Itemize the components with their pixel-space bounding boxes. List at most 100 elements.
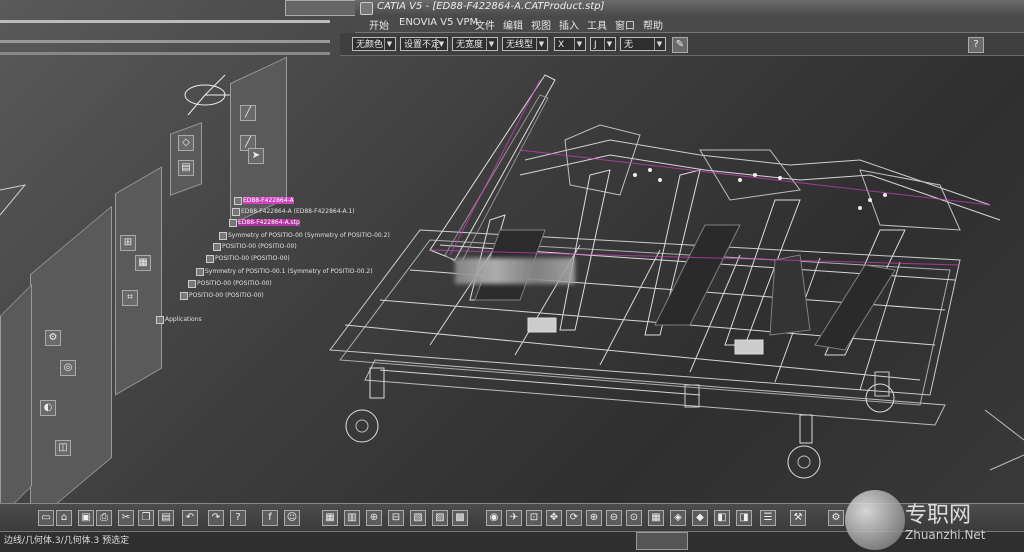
color-combo-value: 无颜色	[356, 40, 384, 50]
tree-item[interactable]: POSITIO-00 (POSITIO-00)	[222, 243, 297, 250]
color-icon[interactable]: ▨	[432, 510, 448, 526]
tree-item[interactable]: POSITIO-00 (POSITIO-00)	[215, 255, 290, 262]
camera-icon[interactable]: ◉	[486, 510, 502, 526]
table-icon[interactable]: ▦	[322, 510, 338, 526]
tree-node-icon[interactable]	[234, 197, 242, 205]
pan-icon[interactable]: ✥	[546, 510, 562, 526]
measure-icon[interactable]: ⊞	[120, 235, 136, 251]
help-pointer-icon[interactable]: ?	[968, 37, 984, 53]
painter-icon[interactable]: ✎	[672, 37, 688, 53]
tree-item[interactable]: Symmetry of POSITIO-00 (Symmetry of POSI…	[228, 232, 390, 239]
tree-node-icon[interactable]	[213, 243, 221, 251]
line-weight-combo[interactable]: 无宽度 ▼	[452, 37, 498, 51]
tree-item[interactable]: ED88-F422864-A	[243, 197, 294, 204]
tree-item[interactable]: ED88-F422864-A (ED88-F422864-A.1)	[241, 208, 355, 215]
tree-item[interactable]: Symmetry of POSITIO-00.1 (Symmetry of PO…	[205, 268, 373, 275]
transparency-combo[interactable]: 设置不定 ▼	[400, 37, 448, 51]
tree-node-icon[interactable]	[188, 280, 196, 288]
line-icon[interactable]: ╱	[240, 105, 256, 121]
background-window-strip	[0, 40, 330, 43]
print-icon[interactable]: ⎙	[96, 510, 112, 526]
tool-icon[interactable]: ⚒	[790, 510, 806, 526]
view-icon[interactable]: ◎	[60, 360, 76, 376]
tree-item[interactable]: POSITIO-00 (POSITIO-00)	[197, 280, 272, 287]
section-icon[interactable]: ◫	[55, 440, 71, 456]
menu-file[interactable]: 文件	[475, 17, 495, 32]
tree-node-icon[interactable]	[219, 232, 227, 240]
rendering-combo[interactable]: 无 ▼	[620, 37, 666, 51]
catalog-icon[interactable]: ▥	[344, 510, 360, 526]
redo-icon[interactable]: ↷	[208, 510, 224, 526]
tree-node-icon[interactable]	[229, 219, 237, 227]
grid-icon[interactable]: ▦	[135, 255, 151, 271]
window-title: CATIA V5 - [ED88-F422864-A.CATProduct.st…	[377, 1, 605, 12]
tree-item[interactable]: POSITIO-00 (POSITIO-00)	[189, 292, 264, 299]
zoom-out-icon[interactable]: ⊖	[606, 510, 622, 526]
assembly-icon[interactable]: ⚙	[45, 330, 61, 346]
normal-view-icon[interactable]: ⊙	[626, 510, 642, 526]
fit-all-icon[interactable]: ⊡	[526, 510, 542, 526]
workbench-toolbar-3	[115, 166, 162, 396]
hide-show-icon[interactable]: ◧	[714, 510, 730, 526]
tree-node-icon[interactable]	[196, 268, 204, 276]
paste-icon[interactable]: ▤	[158, 510, 174, 526]
point-symbol-combo-value: X	[558, 40, 565, 50]
save-icon[interactable]: ▣	[78, 510, 94, 526]
open-icon[interactable]: ⌂	[56, 510, 72, 526]
chevron-down-icon: ▼	[604, 38, 614, 50]
applications-icon[interactable]	[156, 316, 164, 324]
constraint-icon[interactable]: ⊕	[366, 510, 382, 526]
tree-node-icon[interactable]	[180, 292, 188, 300]
select-arrow-icon[interactable]: ➤	[248, 148, 264, 164]
whats-this-icon[interactable]: ?	[230, 510, 246, 526]
swap-visible-icon[interactable]: ◨	[736, 510, 752, 526]
analysis-icon[interactable]: ▧	[410, 510, 426, 526]
line-type-combo[interactable]: 无线型 ▼	[502, 37, 548, 51]
workbench-toolbar-1	[170, 122, 202, 196]
formula-icon[interactable]: f	[262, 510, 278, 526]
rotate-icon[interactable]: ⟳	[566, 510, 582, 526]
tree-node-icon[interactable]	[232, 208, 240, 216]
constraint-icon[interactable]: ⌗	[122, 290, 138, 306]
layer-icon[interactable]: ☰	[760, 510, 776, 526]
color-combo[interactable]: 无颜色 ▼	[352, 37, 396, 51]
layer-combo[interactable]: J ▼	[590, 37, 616, 51]
knowledge-icon[interactable]: ☺	[284, 510, 300, 526]
sketch-icon[interactable]: ◇	[178, 135, 194, 151]
tree-item[interactable]: ED88-F422864-A.stp	[238, 219, 300, 226]
chevron-down-icon: ▼	[536, 38, 546, 50]
menu-enovia[interactable]: ENOVIA V5 VPM	[399, 17, 478, 28]
settings-icon[interactable]: ⚙	[828, 510, 844, 526]
status-text: 边线/几何体.3/几何体.3 预选定	[4, 536, 130, 546]
chevron-down-icon: ▼	[436, 38, 446, 50]
menu-tools[interactable]: 工具	[587, 17, 607, 32]
menu-start[interactable]: 开始	[369, 17, 389, 32]
menu-insert[interactable]: 插入	[559, 17, 579, 32]
fly-icon[interactable]: ✈	[506, 510, 522, 526]
multi-view-icon[interactable]: ▦	[648, 510, 664, 526]
measure-icon[interactable]: ⊟	[388, 510, 404, 526]
background-window-strip	[0, 20, 330, 23]
menu-window[interactable]: 窗口	[615, 17, 635, 32]
point-symbol-combo[interactable]: X ▼	[554, 37, 586, 51]
input-method-indicator[interactable]	[636, 532, 688, 550]
render-icon[interactable]: ◐	[40, 400, 56, 416]
zoom-in-icon[interactable]: ⊕	[586, 510, 602, 526]
undo-icon[interactable]: ↶	[182, 510, 198, 526]
blurred-label	[455, 258, 575, 284]
new-icon[interactable]: ▭	[38, 510, 54, 526]
copy-icon[interactable]: ❐	[138, 510, 154, 526]
catia-app-icon[interactable]	[360, 2, 373, 15]
menu-view[interactable]: 视图	[531, 17, 551, 32]
pad-icon[interactable]: ▤	[178, 160, 194, 176]
iso-view-icon[interactable]: ◈	[670, 510, 686, 526]
menu-edit[interactable]: 编辑	[503, 17, 523, 32]
display-icon[interactable]: ▩	[452, 510, 468, 526]
chevron-down-icon: ▼	[384, 38, 394, 50]
shading-icon[interactable]: ◆	[692, 510, 708, 526]
menu-help[interactable]: 帮助	[643, 17, 663, 32]
rendering-combo-value: 无	[624, 40, 634, 50]
tree-item-applications[interactable]: Applications	[165, 316, 202, 323]
cut-icon[interactable]: ✂	[118, 510, 134, 526]
tree-node-icon[interactable]	[206, 255, 214, 263]
